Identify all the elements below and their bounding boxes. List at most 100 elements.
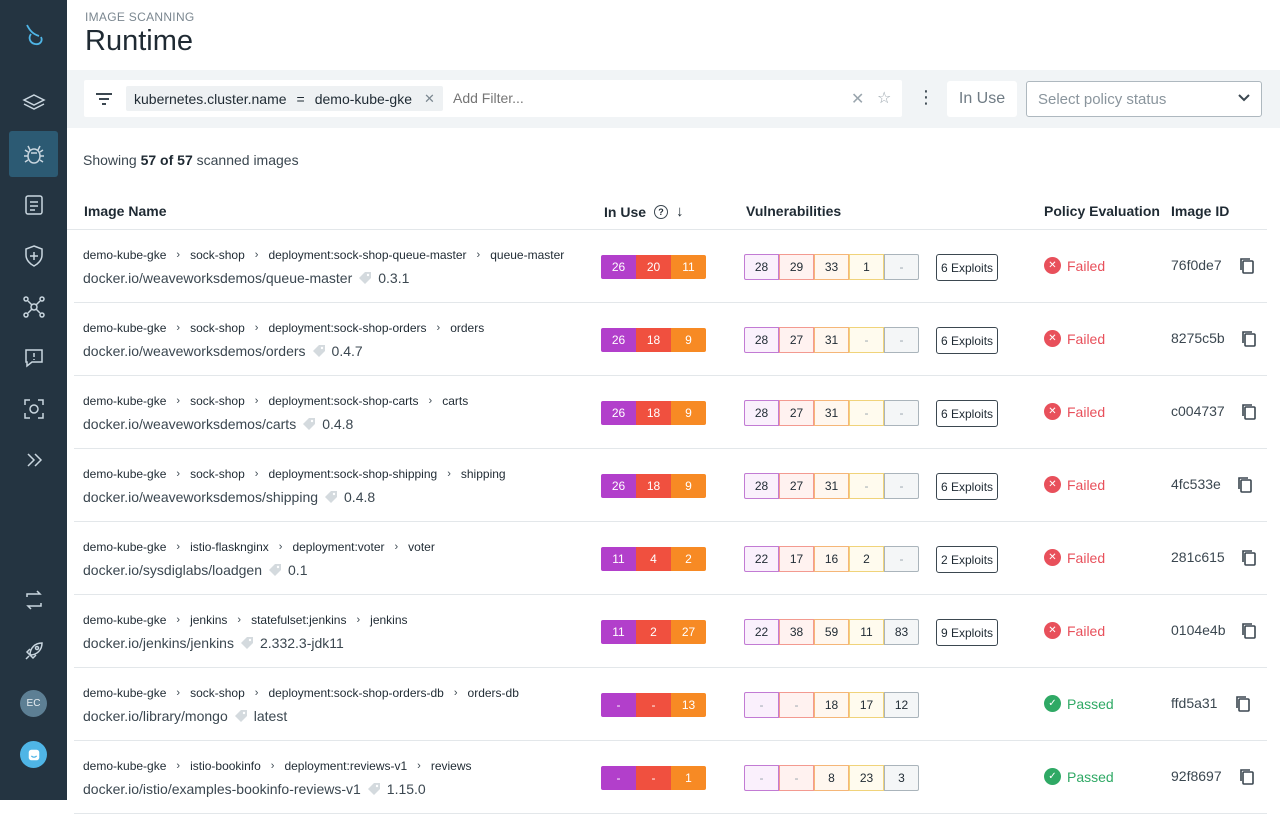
table-row[interactable]: demo-kube-gke › sock-shop › deployment:sock-… xyxy=(74,230,1267,303)
policy-status[interactable]: ✕ Failed xyxy=(1044,330,1105,347)
breadcrumb-item[interactable]: demo-kube-gke xyxy=(83,394,166,408)
exploits-badge[interactable]: 6 Exploits xyxy=(936,473,999,500)
breadcrumb-item[interactable]: sock-shop xyxy=(190,467,245,481)
chat-alert-icon[interactable] xyxy=(9,335,58,381)
table-row[interactable]: demo-kube-gke › istio-bookinfo › deployment:… xyxy=(74,741,1267,814)
vulnerability-counts[interactable]: - -8 23 3 xyxy=(744,765,919,791)
col-image-id[interactable]: Image ID xyxy=(1171,203,1229,219)
add-filter-input[interactable] xyxy=(453,90,833,106)
table-row[interactable]: demo-kube-gke › istio-flasknginx › deploymen… xyxy=(74,522,1267,595)
breadcrumb-item[interactable]: carts xyxy=(442,394,468,408)
network-icon[interactable] xyxy=(9,284,58,330)
vulnerability-counts[interactable]: 28 27 31- - xyxy=(744,400,919,426)
image-name[interactable]: docker.io/istio/examples-bookinfo-review… xyxy=(83,781,426,797)
avatar[interactable]: EC xyxy=(20,690,47,717)
shield-plus-icon[interactable] xyxy=(9,233,58,279)
policy-status[interactable]: ✓ Passed xyxy=(1044,768,1114,785)
breadcrumb-item[interactable]: reviews xyxy=(431,759,472,773)
in-use-toggle[interactable]: In Use xyxy=(947,81,1017,117)
breadcrumb-item[interactable]: sock-shop xyxy=(190,686,245,700)
refresh-icon[interactable] xyxy=(9,577,58,623)
help-icon[interactable]: ? xyxy=(654,204,669,219)
breadcrumb-item[interactable]: demo-kube-gke xyxy=(83,321,166,335)
col-policy-evaluation[interactable]: Policy Evaluation xyxy=(1044,203,1160,219)
table-row[interactable]: demo-kube-gke › jenkins › statefulset:jenkin… xyxy=(74,595,1267,668)
breadcrumb-item[interactable]: demo-kube-gke xyxy=(83,686,166,700)
policy-status[interactable]: ✓ Passed xyxy=(1044,695,1114,712)
policy-status-select[interactable]: Select policy status xyxy=(1026,81,1262,117)
close-icon[interactable]: ✕ xyxy=(424,91,435,107)
breadcrumb-item[interactable]: istio-bookinfo xyxy=(190,759,261,773)
in-use-severity-bar[interactable]: 26 18 9 xyxy=(601,474,706,498)
copy-icon[interactable] xyxy=(1240,330,1257,348)
col-in-use[interactable]: In Use ? ↓ xyxy=(604,203,684,220)
exploits-badge[interactable]: 6 Exploits xyxy=(936,400,999,427)
breadcrumb-item[interactable]: demo-kube-gke xyxy=(83,759,166,773)
rocket-icon[interactable] xyxy=(9,628,58,674)
breadcrumb-item[interactable]: orders-db xyxy=(468,686,519,700)
vulnerability-counts[interactable]: 28 27 31- - xyxy=(744,473,919,499)
vulnerability-counts[interactable]: 22 38 59 11 83 xyxy=(744,619,919,645)
table-row[interactable]: demo-kube-gke › sock-shop › deployment:sock-… xyxy=(74,668,1267,741)
in-use-severity-bar[interactable]: 11 2 27 xyxy=(601,620,706,644)
vulnerability-counts[interactable]: 22 17 16 2- xyxy=(744,546,919,572)
breadcrumb-item[interactable]: demo-kube-gke xyxy=(83,540,166,554)
clear-icon[interactable]: ✕ xyxy=(851,89,864,109)
col-vulnerabilities[interactable]: Vulnerabilities xyxy=(746,203,841,219)
copy-icon[interactable] xyxy=(1240,403,1257,421)
in-use-severity-bar[interactable]: 26 20 11 xyxy=(601,255,706,279)
breadcrumb-item[interactable]: orders xyxy=(450,321,484,335)
breadcrumb-item[interactable]: sock-shop xyxy=(190,394,245,408)
scan-icon[interactable] xyxy=(9,386,58,432)
breadcrumb-item[interactable]: statefulset:jenkins xyxy=(251,613,346,627)
breadcrumb-item[interactable]: deployment:sock-shop-orders-db xyxy=(268,686,443,700)
image-name[interactable]: docker.io/library/mongo latest xyxy=(83,708,287,724)
logo-icon[interactable] xyxy=(9,12,58,58)
breadcrumb-item[interactable]: queue-master xyxy=(490,248,564,262)
filter-icon[interactable] xyxy=(94,90,114,108)
image-name[interactable]: docker.io/weaveworksdemos/orders 0.4.7 xyxy=(83,343,363,359)
copy-icon[interactable] xyxy=(1238,768,1255,786)
image-name[interactable]: docker.io/weaveworksdemos/queue-master 0.… xyxy=(83,270,409,286)
table-row[interactable]: demo-kube-gke › sock-shop › deployment:sock-… xyxy=(74,303,1267,376)
exploits-badge[interactable]: 2 Exploits xyxy=(936,546,999,573)
breadcrumb-item[interactable]: deployment:sock-shop-orders xyxy=(268,321,426,335)
filter-box[interactable]: kubernetes.cluster.name = demo-kube-gke … xyxy=(84,80,902,117)
breadcrumb-item[interactable]: voter xyxy=(408,540,435,554)
layers-icon[interactable] xyxy=(9,80,58,126)
filter-chip[interactable]: kubernetes.cluster.name = demo-kube-gke … xyxy=(126,86,443,111)
breadcrumb-item[interactable]: deployment:reviews-v1 xyxy=(284,759,407,773)
vulnerability-counts[interactable]: 28 29 33 1- xyxy=(744,254,919,280)
sort-down-icon[interactable]: ↓ xyxy=(676,203,684,220)
image-name[interactable]: docker.io/sysdiglabs/loadgen 0.1 xyxy=(83,562,307,578)
copy-icon[interactable] xyxy=(1240,622,1257,640)
breadcrumb-item[interactable]: deployment:sock-shop-shipping xyxy=(268,467,437,481)
exploits-badge[interactable]: 6 Exploits xyxy=(936,327,999,354)
breadcrumb-item[interactable]: demo-kube-gke xyxy=(83,248,166,262)
policy-status[interactable]: ✕ Failed xyxy=(1044,622,1105,639)
in-use-severity-bar[interactable]: - -13 xyxy=(601,693,706,717)
bug-icon[interactable] xyxy=(9,131,58,177)
breadcrumb-item[interactable]: deployment:sock-shop-queue-master xyxy=(268,248,466,262)
in-use-severity-bar[interactable]: 26 18 9 xyxy=(601,401,706,425)
policy-status[interactable]: ✕ Failed xyxy=(1044,549,1105,566)
in-use-severity-bar[interactable]: 11 4 2 xyxy=(601,547,706,571)
exploits-badge[interactable]: 6 Exploits xyxy=(936,254,999,281)
policy-status[interactable]: ✕ Failed xyxy=(1044,476,1105,493)
copy-icon[interactable] xyxy=(1234,695,1251,713)
vulnerability-counts[interactable]: - -18 17 12 xyxy=(744,692,919,718)
copy-icon[interactable] xyxy=(1238,257,1255,275)
breadcrumb-item[interactable]: sock-shop xyxy=(190,248,245,262)
vulnerability-counts[interactable]: 28 27 31- - xyxy=(744,327,919,353)
in-use-severity-bar[interactable]: 26 18 9 xyxy=(601,328,706,352)
report-icon[interactable] xyxy=(9,182,58,228)
col-image-name[interactable]: Image Name xyxy=(84,203,166,219)
table-row[interactable]: demo-kube-gke › sock-shop › deployment:sock-… xyxy=(74,449,1267,522)
star-icon[interactable]: ☆ xyxy=(877,88,891,108)
breadcrumb-item[interactable]: istio-flasknginx xyxy=(190,540,269,554)
image-name[interactable]: docker.io/jenkins/jenkins 2.332.3-jdk11 xyxy=(83,635,344,651)
policy-status[interactable]: ✕ Failed xyxy=(1044,403,1105,420)
breadcrumb-item[interactable]: sock-shop xyxy=(190,321,245,335)
breadcrumb-item[interactable]: deployment:sock-shop-carts xyxy=(268,394,418,408)
help-chat-icon[interactable] xyxy=(20,741,47,768)
